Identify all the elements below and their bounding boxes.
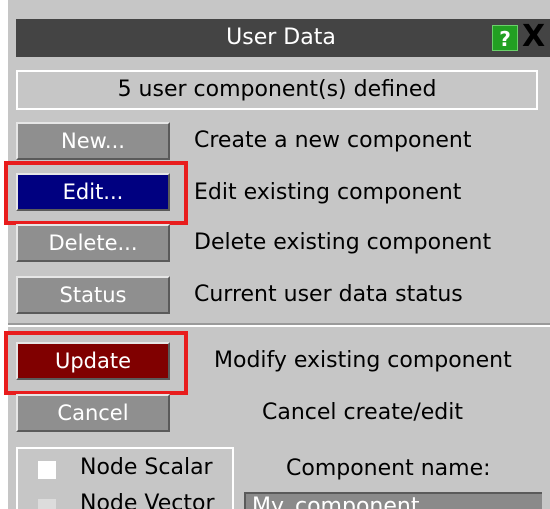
node-vector-label: Node Vector: [80, 491, 215, 509]
status-button[interactable]: Status: [16, 276, 170, 314]
cancel-description: Cancel create/edit: [262, 400, 464, 425]
section-divider: [8, 325, 550, 327]
new-button[interactable]: New...: [16, 122, 170, 160]
panel-left-border: [0, 0, 8, 509]
window-title: User Data: [226, 25, 336, 50]
node-scalar-checkbox[interactable]: [38, 461, 56, 479]
status-description: Current user data status: [194, 282, 463, 307]
node-vector-checkbox[interactable]: [38, 499, 56, 509]
delete-description: Delete existing component: [194, 230, 492, 255]
delete-button[interactable]: Delete...: [16, 224, 170, 262]
update-highlight-box: [4, 331, 188, 395]
update-description: Modify existing component: [214, 348, 512, 373]
user-data-panel: User Data ? X 5 user component(s) define…: [0, 0, 550, 509]
component-count-status: 5 user component(s) defined: [16, 70, 538, 110]
component-name-label: Component name:: [286, 456, 491, 481]
new-description: Create a new component: [194, 128, 472, 153]
title-bar[interactable]: User Data: [16, 19, 550, 57]
edit-highlight-box: [4, 161, 188, 225]
cancel-button[interactable]: Cancel: [16, 394, 170, 432]
edit-description: Edit existing component: [194, 180, 462, 205]
node-scalar-label: Node Scalar: [80, 455, 213, 480]
component-type-group: Node Scalar Node Vector: [16, 447, 234, 509]
help-icon[interactable]: ?: [492, 25, 518, 51]
component-name-field[interactable]: My_component: [244, 492, 542, 509]
close-icon[interactable]: X: [522, 20, 550, 54]
